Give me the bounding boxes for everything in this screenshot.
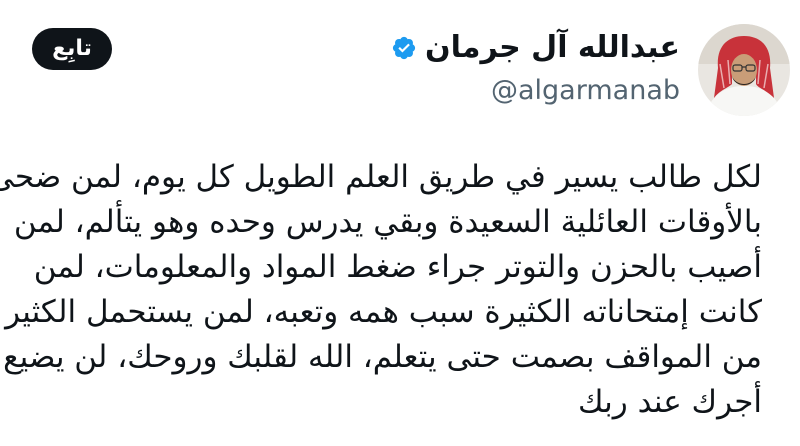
author-avatar[interactable] <box>698 24 790 116</box>
tweet-text-line: كانت إمتحاناته الكثيرة سبب همه وتعبه، لم… <box>5 294 762 330</box>
tweet-card: عبدالله آل جرمان @algarmanab تابِع لكل ط… <box>0 0 800 446</box>
follow-button[interactable]: تابِع <box>32 28 112 70</box>
author-info: عبدالله آل جرمان @algarmanab <box>391 26 680 110</box>
tweet-text-line: أصيب بالحزن والتوتر جراء ضغط المواد والم… <box>33 249 762 285</box>
tweet-text-line: من المواقف بصمت حتى يتعلم، الله لقلبك ور… <box>3 339 762 375</box>
author-handle[interactable]: @algarmanab <box>391 72 680 110</box>
tweet-text-line: أجرك عند ربك <box>578 384 762 420</box>
avatar-photo-icon <box>698 24 790 116</box>
author-display-name[interactable]: عبدالله آل جرمان <box>425 26 680 70</box>
tweet-text-line: لكل طالب يسير في طريق العلم الطويل كل يو… <box>0 159 762 195</box>
verified-badge-icon[interactable] <box>391 35 417 61</box>
author-name-row: عبدالله آل جرمان <box>391 26 680 70</box>
tweet-text: لكل طالب يسير في طريق العلم الطويل كل يو… <box>0 155 762 425</box>
tweet-text-line: بالأوقات العائلية السعيدة وبقي يدرس وحده… <box>13 204 762 240</box>
